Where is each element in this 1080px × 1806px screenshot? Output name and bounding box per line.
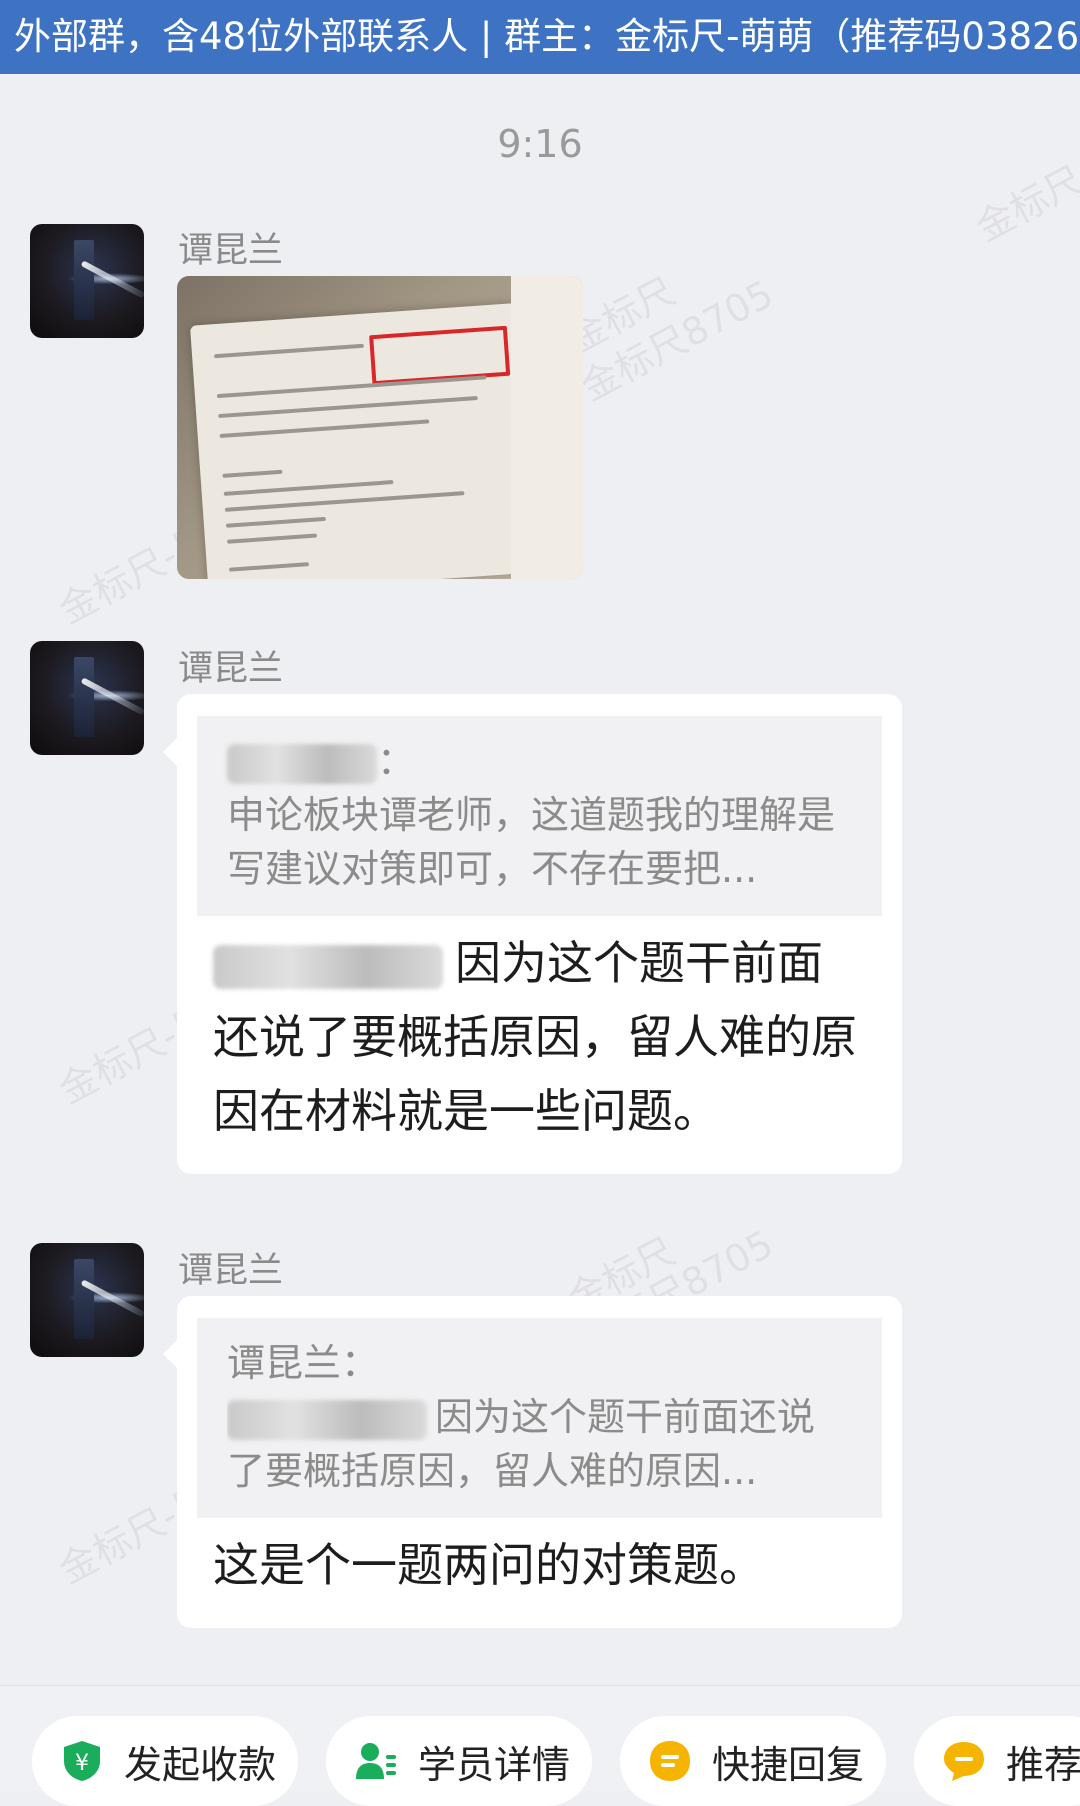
blurred-mention — [213, 944, 443, 989]
quick-reply-icon — [650, 1741, 690, 1781]
recommend-label: 推荐 — [1006, 1742, 1080, 1787]
quote-author: 谭昆兰： — [227, 1341, 380, 1385]
quote-author-suffix: ： — [377, 739, 416, 783]
recommend-icon — [944, 1742, 984, 1781]
book-page — [189, 302, 539, 579]
recommend-button[interactable]: 推荐 — [914, 1716, 1080, 1806]
sender-name: 谭昆兰 — [178, 231, 284, 271]
user-detail-icon — [356, 1743, 396, 1779]
student-detail-button[interactable]: 学员详情 — [326, 1716, 592, 1806]
image-message[interactable] — [177, 276, 583, 579]
quote-author: ： — [227, 734, 852, 788]
blurred-name — [227, 743, 377, 784]
quote-text: 申论板块谭老师，这道题我的理解是写建议对策即可，不存在要把... — [227, 793, 836, 891]
quote-text: 因为这个题干前面还说了要概括原因，留人难的原因... — [227, 1390, 852, 1498]
message-text: 这是个一题两问的对策题。 — [213, 1538, 765, 1592]
avatar-window — [74, 240, 94, 320]
svg-text:¥: ¥ — [75, 1751, 89, 1776]
blurred-mention — [227, 1399, 427, 1440]
message-text: 因为这个题干前面还说了要概括原因，留人难的原因在材料就是一些问题。 — [177, 916, 902, 1174]
avatar[interactable] — [30, 224, 144, 338]
message-timestamp: 9:16 — [497, 122, 583, 166]
avatar-window — [74, 657, 94, 737]
text-message-bubble[interactable]: 谭昆兰： 因为这个题干前面还说了要概括原因，留人难的原因... 这是个一题两问的… — [163, 1296, 902, 1628]
student-detail-label: 学员详情 — [418, 1742, 571, 1787]
quoted-message[interactable]: ： 申论板块谭老师，这道题我的理解是写建议对策即可，不存在要把... — [197, 716, 882, 916]
sender-name: 谭昆兰 — [178, 649, 284, 689]
book-right-page — [511, 276, 583, 579]
highlight-box — [369, 325, 511, 386]
quick-reply-label: 快捷回复 — [712, 1742, 865, 1787]
yuan-shield-icon: ¥ — [64, 1741, 100, 1781]
quoted-message[interactable]: 谭昆兰： 因为这个题干前面还说了要概括原因，留人难的原因... — [197, 1318, 882, 1518]
text-message-bubble[interactable]: ： 申论板块谭老师，这道题我的理解是写建议对策即可，不存在要把... 因为这个题… — [163, 694, 902, 1174]
quick-reply-button[interactable]: 快捷回复 — [620, 1716, 886, 1806]
start-payment-button[interactable]: ¥ 发起收款 — [32, 1716, 298, 1806]
sender-name: 谭昆兰 — [178, 1251, 284, 1291]
watermark: 金标尺8705 — [573, 271, 781, 410]
avatar[interactable] — [30, 641, 144, 755]
group-title: 外部群，含48位外部联系人 | 群主：金标尺-萌萌（推荐码038261） — [14, 15, 1080, 58]
avatar-window — [74, 1259, 94, 1339]
avatar[interactable] — [30, 1243, 144, 1357]
quick-action-toolbar: ¥ 发起收款 学员详情 快捷回复 推荐 — [0, 1685, 1080, 1806]
start-payment-label: 发起收款 — [124, 1742, 277, 1787]
group-title-bar[interactable]: 外部群，含48位外部联系人 | 群主：金标尺-萌萌（推荐码038261） — [0, 0, 1080, 74]
